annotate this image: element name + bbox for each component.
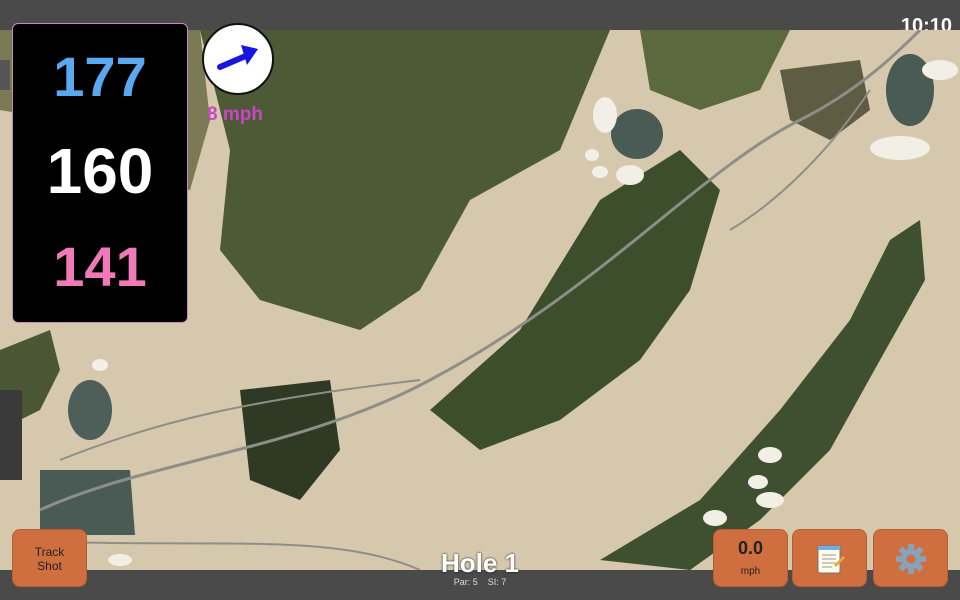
wind-arrow-icon	[217, 45, 258, 70]
distance-panel: 177 160 141	[12, 23, 188, 323]
wind-indicator	[202, 23, 274, 95]
speed-unit: mph	[740, 566, 761, 577]
speed-value: 0.0	[737, 538, 764, 558]
front-distance: 141	[53, 235, 147, 298]
wind-speed-label: 8 mph	[207, 104, 263, 125]
middle-distance: 160	[46, 135, 154, 207]
speed-button[interactable]: 0.0 mph	[713, 529, 788, 587]
settings-button[interactable]	[873, 529, 948, 587]
hole-stroke-index: SI: 7	[487, 577, 507, 587]
notepad-icon	[817, 545, 845, 574]
back-distance: 177	[53, 45, 147, 108]
gear-icon	[896, 544, 926, 574]
notes-button[interactable]	[792, 529, 867, 587]
hole-par: Par: 5	[453, 577, 478, 587]
